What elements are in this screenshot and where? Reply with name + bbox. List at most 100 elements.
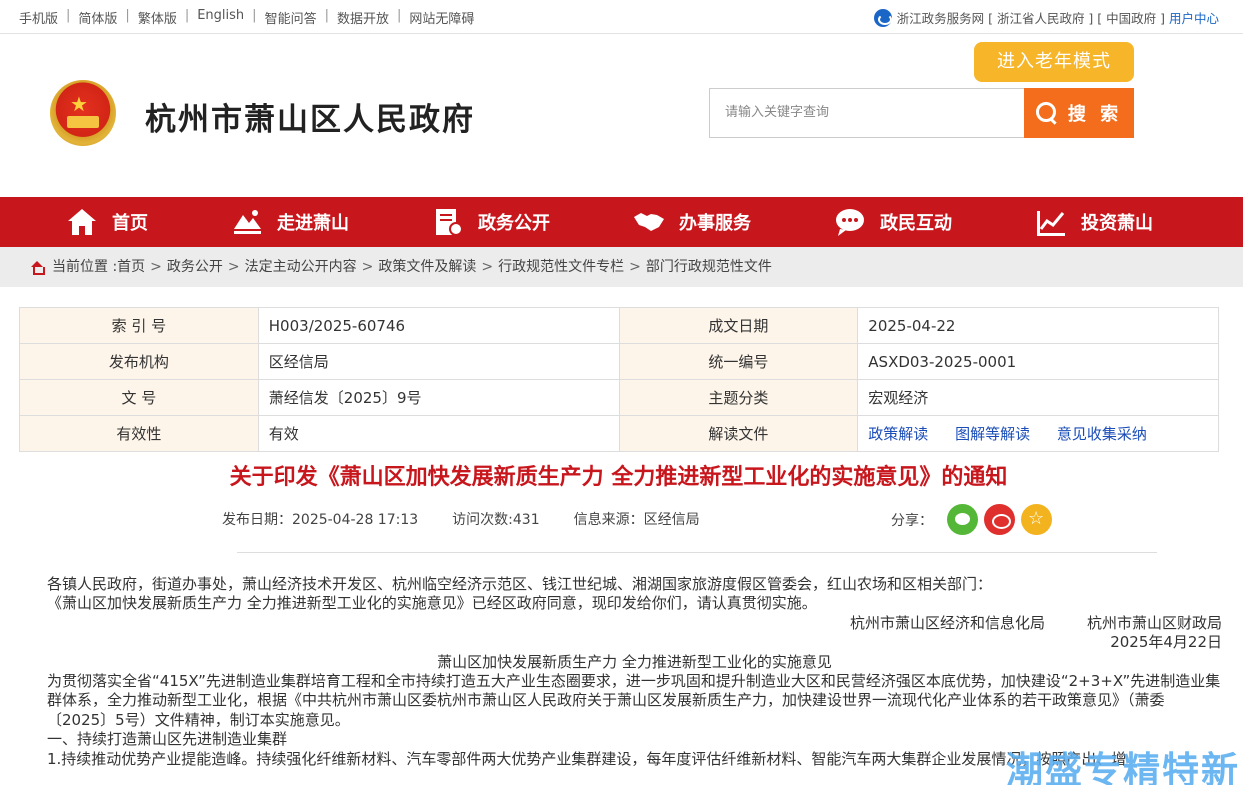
meta-value: 2025-04-22 [857,307,1219,344]
home-icon [30,260,45,275]
search-input[interactable]: 请输入关键字查询 [709,88,1025,138]
national-emblem-icon: ★ [50,80,116,146]
nav-item-services[interactable]: 办事服务 [633,197,751,247]
breadcrumb-item[interactable]: 行政规范性文件专栏 [498,247,624,287]
breadcrumb-sep: > [361,259,374,275]
meta-value: 区经信局 [257,343,620,380]
top-link-traditional[interactable]: 繁体版 [138,8,177,27]
meta-key: 索 引 号 [19,307,259,344]
wechat-icon[interactable] [947,504,978,535]
breadcrumb-item[interactable]: 政务公开 [167,247,223,287]
user-center-link[interactable]: 用户中心 [1169,8,1219,27]
star-icon: ★ [70,92,88,116]
meta-value: 萧经信发〔2025〕9号 [257,379,620,416]
search-button[interactable]: 搜 索 [1024,88,1134,138]
nav-label: 走进萧山 [277,213,349,234]
breadcrumb-item[interactable]: 首页 [117,247,145,287]
weibo-icon[interactable] [984,504,1015,535]
meta-key: 解读文件 [618,415,859,452]
visit-count: 访问次数:431 [452,512,540,528]
meta-value: ASXD03-2025-0001 [857,343,1219,380]
nav-item-invest[interactable]: 投资萧山 [1035,197,1153,247]
table-row: 发布机构 区经信局 统一编号 ASXD03-2025-0001 [19,343,1219,380]
top-link-smart-qa[interactable]: 智能问答 [265,8,317,27]
breadcrumb-sep: > [481,259,494,275]
separator: | [66,8,71,23]
tiananmen-icon [67,116,99,128]
nav-item-home[interactable]: 首页 [66,197,148,247]
separator: | [324,8,329,23]
meta-value: 宏观经济 [857,379,1219,416]
top-right: 浙江政务服务网 [ 浙江省人民政府 ] [ 中国政府 ] 用户中心 [873,8,1219,27]
meta-key: 成文日期 [618,307,859,344]
paragraph: 各镇人民政府，街道办事处，萧山经济技术开发区、杭州临空经济示范区、钱江世纪城、湘… [47,575,993,593]
publish-date: 发布日期：2025-04-28 17:13 [222,512,419,528]
breadcrumb-item[interactable]: 法定主动公开内容 [245,247,357,287]
signature-bureau: 杭州市萧山区经济和信息化局 [849,613,1045,632]
top-bar: 手机版 | 简体版 | 繁体版 | English | 智能问答 | 数据开放 | 网站无障… [0,0,1243,34]
separator: | [396,8,402,23]
separator: | [125,8,130,23]
nav-label: 首页 [112,213,148,234]
breadcrumb-prefix: 当前位置 : [52,259,118,275]
breadcrumb-sep: > [150,259,162,275]
table-row: 文 号 萧经信发〔2025〕9号 主题分类 宏观经济 [19,379,1219,416]
article-title: 关于印发《萧山区加快发展新质生产力 全力推进新型工业化的实施意见》的通知 [229,465,1008,490]
meta-key: 有效性 [19,415,259,452]
meta-key: 文 号 [19,379,259,416]
nav-item-explore[interactable]: 走进萧山 [231,197,349,247]
top-link-accessibility[interactable]: 网站无障碍 [409,8,474,27]
signature-finance: 杭州市萧山区财政局 [1086,613,1222,632]
breadcrumb-item[interactable]: 部门行政规范性文件 [646,247,772,287]
article-subtitle: 萧山区加快发展新质生产力 全力推进新型工业化的实施意见 [437,652,832,671]
search-button-label: 搜 索 [1067,104,1123,125]
gov-service-links[interactable]: 浙江政务服务网 [ 浙江省人民政府 ] [ 中国政府 ] [897,8,1165,27]
favorite-star-icon[interactable] [1021,504,1052,535]
search-icon [1035,102,1058,124]
top-link-simplified[interactable]: 简体版 [78,8,117,27]
nav-item-gov-affairs[interactable]: 政务公开 [432,197,550,247]
document-icon [436,209,463,236]
table-row: 有效性 有效 解读文件 政策解读 图解等解读 意见收集采纳 [19,415,1219,452]
graphic-interpretation-link[interactable]: 图解等解读 [955,425,1030,443]
breadcrumb-item[interactable]: 政策文件及解读 [378,247,476,287]
share-bar: 分享： [891,504,1052,535]
watermark: 潮盛专精特新 [1006,749,1240,785]
home-icon [68,209,96,235]
top-link-open-data[interactable]: 数据开放 [337,8,389,27]
meta-key: 发布机构 [19,343,259,380]
top-links: 手机版 | 简体版 | 繁体版 | English | 智能问答 | 数据开放 | 网站无障… [19,8,474,27]
meta-key: 统一编号 [618,343,859,380]
info-source: 信息来源：区经信局 [573,512,700,528]
interpretation-links: 政策解读 图解等解读 意见收集采纳 [857,415,1219,452]
top-link-english[interactable]: English [197,8,244,27]
elder-mode-button[interactable]: 进入老年模式 [974,42,1134,82]
paragraph: 为贯彻落实全省“415X”先进制造业集群培育工程和全市持续打造五大产业生态圈要求… [47,672,1222,730]
breadcrumb: 当前位置 : 首页 > 政务公开 > 法定主动公开内容 > 政策文件及解读 > 行政规范… [0,247,1243,287]
meta-value: H003/2025-60746 [257,307,620,344]
nav-label: 办事服务 [679,213,751,234]
top-link-mobile[interactable]: 手机版 [19,8,58,27]
nav-item-interaction[interactable]: 政民互动 [834,197,952,247]
zhejiang-service-icon [873,8,892,27]
breadcrumb-sep: > [629,259,641,275]
breadcrumb-sep: > [227,259,240,275]
header: ★ 杭州市萧山区人民政府 进入老年模式 请输入关键字查询 搜 索 [0,35,1243,197]
policy-interpretation-link[interactable]: 政策解读 [868,425,928,443]
signature: 杭州市萧山区经济和信息化局 杭州市萧山区财政局 [47,614,1222,633]
share-label: 分享： [891,512,933,529]
site-title: 杭州市萧山区人民政府 [145,102,475,138]
handshake-icon [634,213,664,231]
table-row: 索 引 号 H003/2025-60746 成文日期 2025-04-22 [19,307,1219,344]
paragraph: 《萧山区加快发展新质生产力 全力推进新型工业化的实施意见》已经区政府同意，现印发… [47,594,817,613]
separator: | [184,8,190,23]
meta-key: 主题分类 [618,379,859,416]
nav-label: 政民互动 [880,213,952,234]
document-meta-table: 索 引 号 H003/2025-60746 成文日期 2025-04-22 发布… [19,307,1219,452]
signature-date: 2025年4月22日 [1110,633,1222,652]
chart-icon [1037,211,1065,236]
divider [237,552,1157,553]
separator: | [252,8,257,23]
feedback-adoption-link[interactable]: 意见收集采纳 [1057,425,1147,443]
nav-label: 政务公开 [478,213,550,234]
